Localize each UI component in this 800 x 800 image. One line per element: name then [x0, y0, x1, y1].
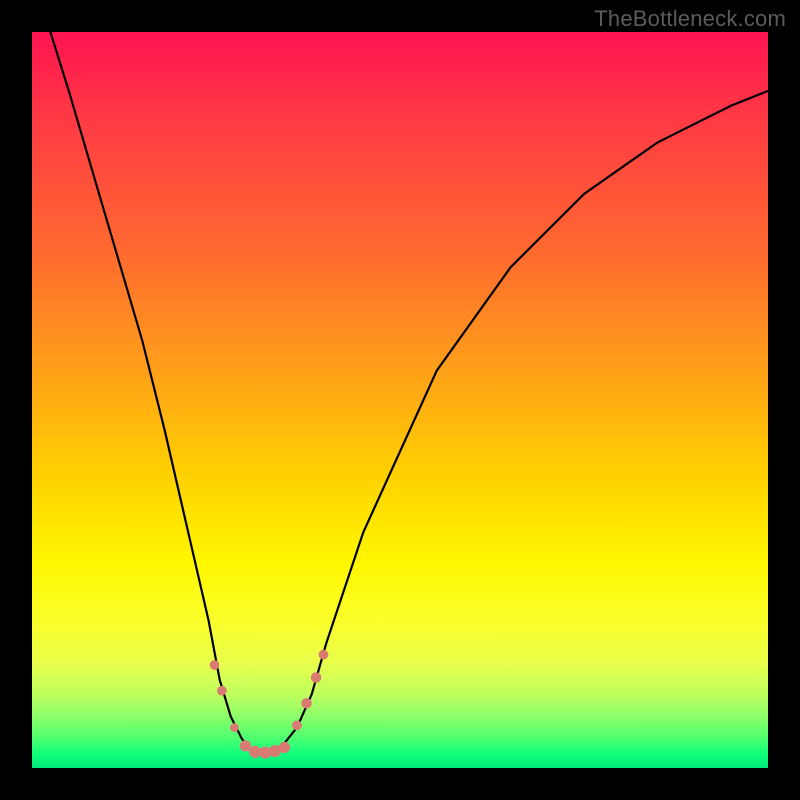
plot-area: [32, 32, 768, 768]
outer-frame: TheBottleneck.com: [0, 0, 800, 800]
bottleneck-curve-path: [32, 32, 768, 753]
chart-svg: [32, 32, 768, 768]
data-marker: [301, 698, 312, 709]
data-marker: [292, 720, 302, 730]
data-marker: [311, 672, 322, 683]
data-marker: [217, 686, 227, 696]
data-marker: [249, 746, 261, 758]
data-marker: [210, 660, 220, 670]
data-marker: [230, 723, 239, 732]
data-marker: [279, 742, 290, 753]
watermark-text: TheBottleneck.com: [594, 6, 786, 32]
data-marker: [319, 650, 329, 660]
